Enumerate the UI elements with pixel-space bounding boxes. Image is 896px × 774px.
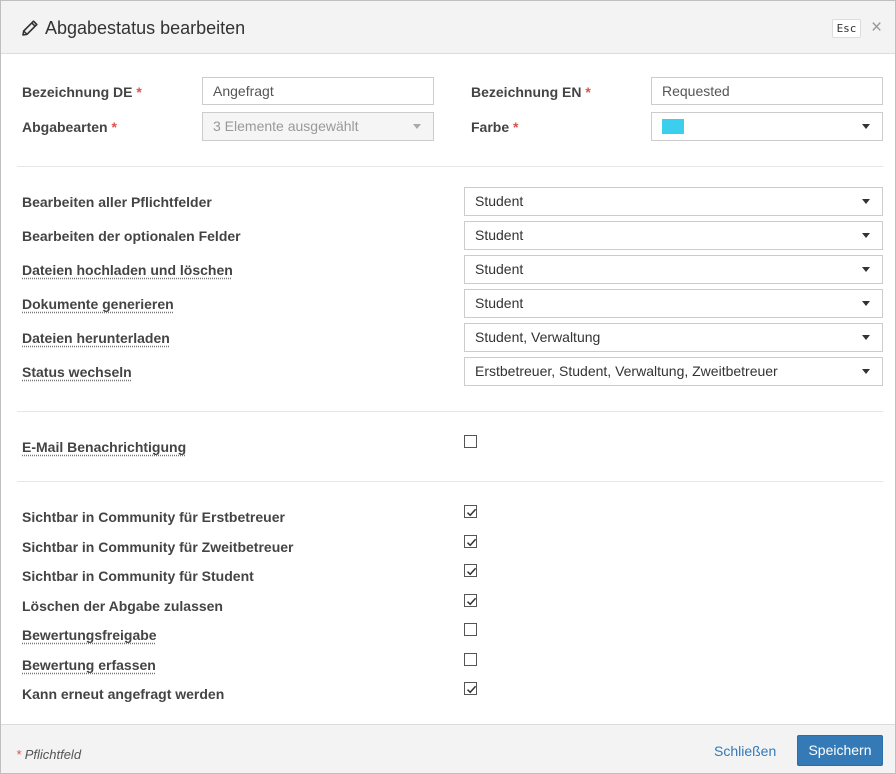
divider bbox=[17, 411, 883, 412]
visibility-option-label: Sichtbar in Community für Student bbox=[22, 568, 254, 584]
name-de-label: Bezeichnung DE * bbox=[22, 84, 142, 100]
chevron-down-icon bbox=[413, 124, 421, 129]
dialog-title: Abgabestatus bearbeiten bbox=[45, 18, 246, 38]
checkmark-icon bbox=[466, 685, 477, 694]
chevron-down-icon bbox=[862, 301, 870, 306]
visibility-option-label: Sichtbar in Community für Zweitbetreuer bbox=[22, 539, 294, 555]
permission-select[interactable]: Student bbox=[464, 289, 883, 318]
close-button[interactable]: Schließen bbox=[714, 743, 776, 759]
name-en-input[interactable]: Requested bbox=[651, 77, 883, 105]
esc-key-hint: Esc bbox=[832, 19, 861, 38]
permission-select[interactable]: Student bbox=[464, 255, 883, 284]
visibility-option-checkbox[interactable] bbox=[464, 682, 477, 695]
checkmark-icon bbox=[466, 597, 477, 606]
permission-select[interactable]: Student, Verwaltung bbox=[464, 323, 883, 352]
permission-select-value: Student bbox=[475, 193, 524, 209]
submission-types-value: 3 Elemente ausgewählt bbox=[213, 118, 359, 134]
pencil-icon bbox=[22, 20, 38, 36]
permission-select[interactable]: Erstbetreuer, Student, Verwaltung, Zweit… bbox=[464, 357, 883, 386]
email-notification-checkbox[interactable] bbox=[464, 435, 477, 448]
permission-select-value: Student, Verwaltung bbox=[475, 329, 601, 345]
close-icon[interactable]: × bbox=[871, 18, 882, 38]
visibility-option-label: Bewertung erfassen bbox=[22, 657, 156, 673]
save-button[interactable]: Speichern bbox=[797, 735, 883, 766]
permission-label: Dateien hochladen und löschen bbox=[22, 262, 233, 278]
chevron-down-icon bbox=[862, 233, 870, 238]
visibility-option-checkbox[interactable] bbox=[464, 535, 477, 548]
dialog-footer: * Pflichtfeld Schließen Speichern bbox=[1, 724, 895, 773]
visibility-option-checkbox[interactable] bbox=[464, 505, 477, 518]
required-note: * Pflichtfeld bbox=[16, 747, 82, 762]
permission-label: Bearbeiten der optionalen Felder bbox=[22, 228, 241, 244]
checkmark-icon bbox=[466, 538, 477, 547]
checkmark-icon bbox=[466, 567, 477, 576]
permission-select-value: Student bbox=[475, 227, 524, 243]
permission-select-value: Erstbetreuer, Student, Verwaltung, Zweit… bbox=[475, 363, 778, 379]
color-label: Farbe * bbox=[471, 119, 519, 135]
visibility-option-checkbox[interactable] bbox=[464, 653, 477, 666]
edit-status-dialog: Abgabestatus bearbeiten Esc × Bezeichnun… bbox=[0, 0, 896, 774]
chevron-down-icon bbox=[862, 124, 870, 129]
permission-label: Dokumente generieren bbox=[22, 296, 174, 312]
permission-select-value: Student bbox=[475, 295, 524, 311]
name-de-input[interactable]: Angefragt bbox=[202, 77, 434, 105]
permission-label: Bearbeiten aller Pflichtfelder bbox=[22, 194, 212, 210]
color-swatch bbox=[662, 119, 684, 134]
visibility-option-label: Löschen der Abgabe zulassen bbox=[22, 598, 223, 614]
visibility-option-label: Bewertungsfreigabe bbox=[22, 627, 157, 643]
chevron-down-icon bbox=[862, 199, 870, 204]
name-en-label: Bezeichnung EN * bbox=[471, 84, 591, 100]
permission-label: Status wechseln bbox=[22, 364, 132, 380]
chevron-down-icon bbox=[862, 267, 870, 272]
permission-select[interactable]: Student bbox=[464, 221, 883, 250]
visibility-option-checkbox[interactable] bbox=[464, 623, 477, 636]
submission-types-label: Abgabearten * bbox=[22, 119, 117, 135]
visibility-option-checkbox[interactable] bbox=[464, 564, 477, 577]
permission-select-value: Student bbox=[475, 261, 524, 277]
chevron-down-icon bbox=[862, 369, 870, 374]
submission-types-select[interactable]: 3 Elemente ausgewählt bbox=[202, 112, 434, 141]
dialog-header: Abgabestatus bearbeiten Esc × bbox=[1, 1, 895, 54]
divider bbox=[17, 166, 883, 167]
color-select[interactable] bbox=[651, 112, 883, 141]
email-notification-label: E-Mail Benachrichtigung bbox=[22, 439, 187, 455]
permission-select[interactable]: Student bbox=[464, 187, 883, 216]
checkmark-icon bbox=[466, 508, 477, 517]
chevron-down-icon bbox=[862, 335, 870, 340]
permission-label: Dateien herunterladen bbox=[22, 330, 170, 346]
visibility-option-label: Kann erneut angefragt werden bbox=[22, 686, 225, 702]
visibility-option-checkbox[interactable] bbox=[464, 594, 477, 607]
divider bbox=[17, 481, 883, 482]
visibility-option-label: Sichtbar in Community für Erstbetreuer bbox=[22, 509, 285, 525]
